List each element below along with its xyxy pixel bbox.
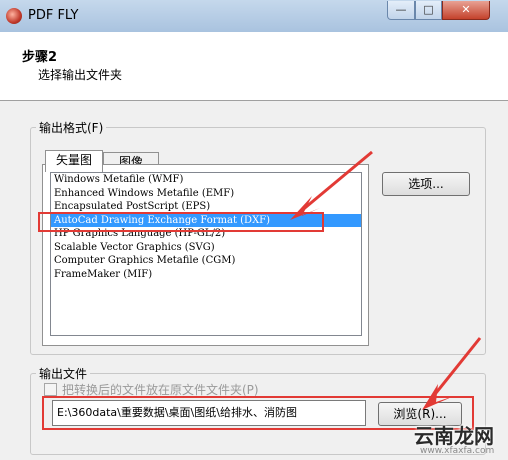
annotation-arrows <box>290 150 482 410</box>
tab-vector[interactable]: 矢量图 <box>45 150 103 172</box>
annotation-arrow-line <box>299 150 373 214</box>
annotation-arrowhead <box>422 384 454 410</box>
watermark-url: www.xfaxfa.com <box>420 446 495 456</box>
watermark-logo: 云南龙网 <box>414 424 494 448</box>
annotation-arrow-line <box>430 337 482 399</box>
